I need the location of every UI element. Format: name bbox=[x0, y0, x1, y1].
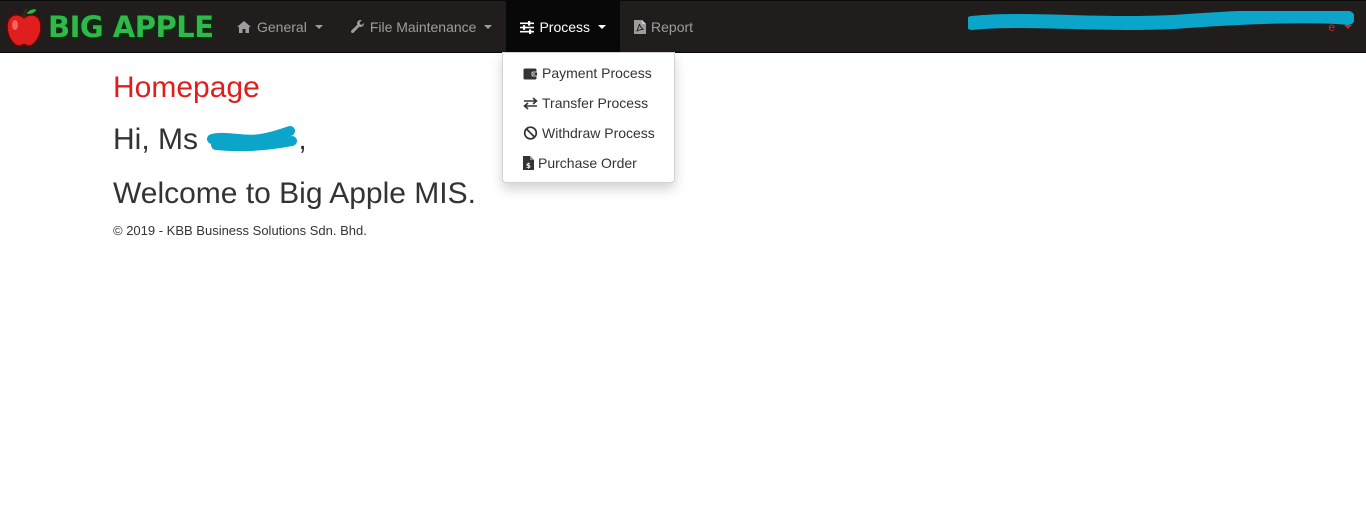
apple-icon bbox=[6, 8, 42, 47]
nav-report-label: Report bbox=[651, 19, 694, 35]
nav-general-label: General bbox=[257, 19, 307, 35]
invoice-icon: $ bbox=[523, 156, 534, 170]
chevron-down-icon bbox=[598, 25, 607, 29]
greeting: Hi, Ms , bbox=[113, 122, 307, 158]
redacted-name bbox=[207, 126, 298, 152]
nav-file-maintenance[interactable]: File Maintenance bbox=[337, 1, 507, 53]
menu-item-label: Purchase Order bbox=[538, 155, 637, 171]
greeting-suffix: , bbox=[298, 123, 307, 156]
brand-logo[interactable]: BIG APPLE bbox=[4, 5, 216, 49]
home-icon bbox=[237, 21, 251, 33]
menu-item-label: Withdraw Process bbox=[542, 125, 655, 141]
pdf-file-icon bbox=[634, 20, 647, 34]
nav-general[interactable]: General bbox=[222, 1, 337, 53]
wrench-icon bbox=[350, 20, 365, 34]
chevron-down-icon bbox=[314, 25, 323, 29]
page-title: Homepage bbox=[113, 71, 260, 104]
menu-item-purchase-order[interactable]: $ Purchase Order bbox=[503, 148, 674, 178]
main-content: Homepage Hi, Ms , Welcome to Big Apple M… bbox=[113, 70, 476, 238]
footer-copyright: © 2019 - KBB Business Solutions Sdn. Bhd… bbox=[113, 223, 367, 238]
process-dropdown-menu: Payment Process Transfer Process Withdra… bbox=[502, 52, 675, 183]
redaction-mark bbox=[968, 11, 1354, 30]
svg-text:$: $ bbox=[526, 162, 531, 170]
ban-icon bbox=[523, 126, 538, 140]
top-navbar: BIG APPLE General File Maintenance Proce… bbox=[0, 0, 1366, 53]
greeting-prefix: Hi, Ms bbox=[113, 123, 207, 156]
nav-process[interactable]: Process bbox=[506, 1, 621, 53]
menu-item-label: Payment Process bbox=[542, 65, 652, 81]
welcome-message: Welcome to Big Apple MIS. bbox=[113, 177, 476, 210]
nav-report[interactable]: Report bbox=[620, 1, 707, 53]
menu-item-payment-process[interactable]: Payment Process bbox=[503, 58, 674, 88]
brand-name: BIG APPLE bbox=[48, 10, 214, 44]
nav-process-label: Process bbox=[539, 19, 591, 35]
main-nav: General File Maintenance Process Report bbox=[222, 1, 707, 53]
nav-file-maintenance-label: File Maintenance bbox=[369, 19, 477, 35]
menu-item-withdraw-process[interactable]: Withdraw Process bbox=[503, 118, 674, 148]
sliders-icon bbox=[520, 20, 535, 34]
exchange-icon bbox=[523, 96, 538, 110]
menu-item-transfer-process[interactable]: Transfer Process bbox=[503, 88, 674, 118]
wallet-icon bbox=[523, 68, 538, 79]
menu-item-label: Transfer Process bbox=[542, 95, 649, 111]
chevron-down-icon bbox=[484, 25, 493, 29]
